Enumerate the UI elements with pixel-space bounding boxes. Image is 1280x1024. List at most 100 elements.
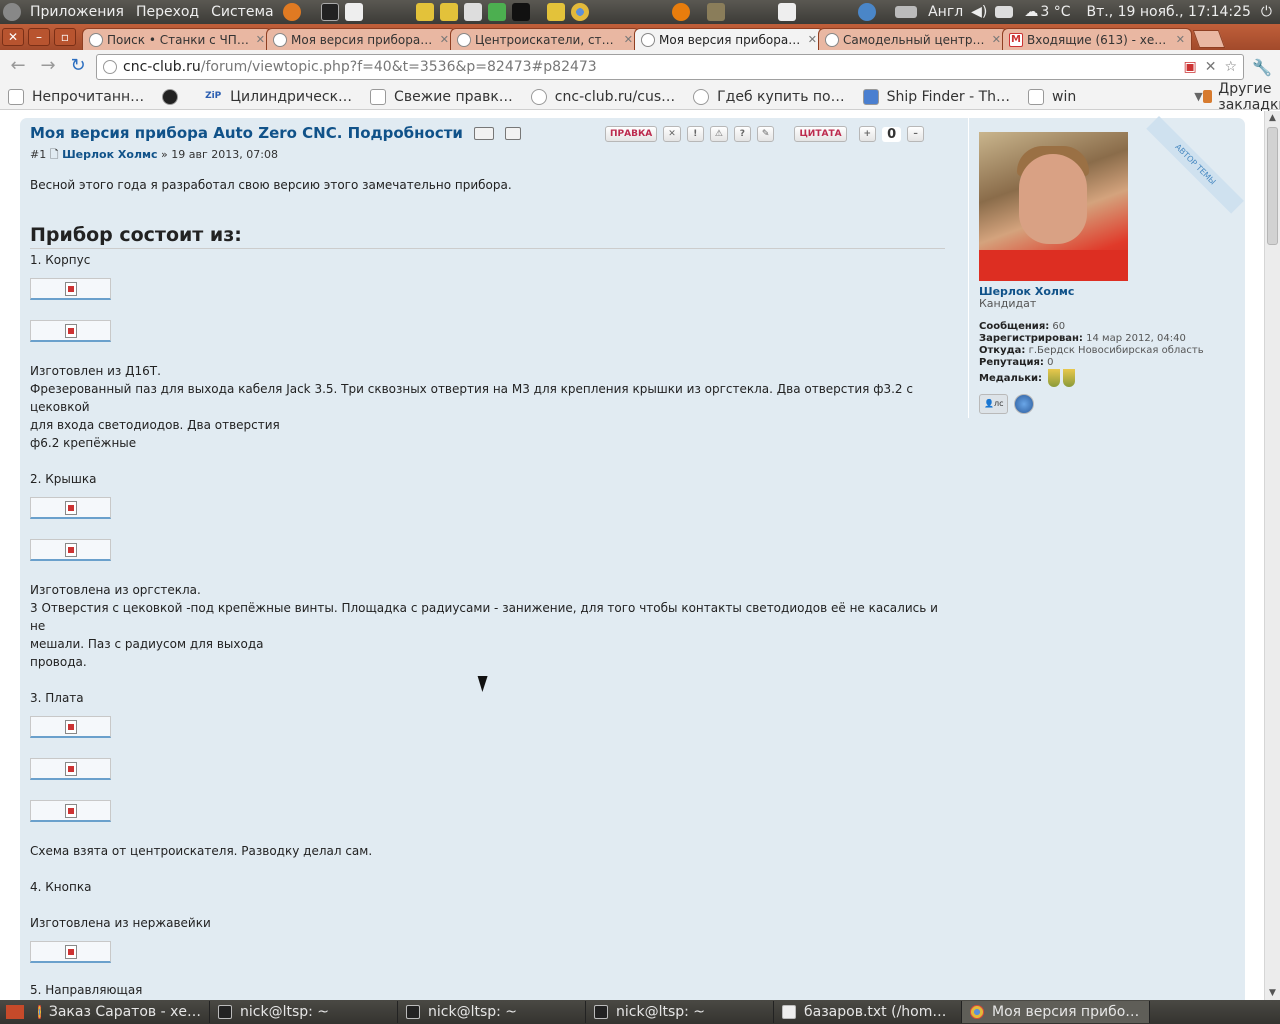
tab-close-icon[interactable]: ✕ — [992, 33, 1001, 46]
bookmark-item[interactable] — [162, 88, 186, 105]
bookmark-star-icon[interactable]: ☆ — [1224, 59, 1237, 75]
menu-places[interactable]: Переход — [130, 4, 205, 20]
ubuntu-logo-icon[interactable] — [3, 3, 21, 21]
taskbar-item[interactable]: Заказ Саратов - хе… — [30, 1001, 210, 1023]
text-editor-icon[interactable] — [344, 3, 363, 21]
broken-image[interactable] — [30, 758, 111, 780]
show-desktop-icon[interactable] — [6, 1005, 24, 1019]
chrome-launcher-icon[interactable] — [570, 3, 589, 21]
tab-3[interactable]: Центроискатели, стилус ✕ — [450, 28, 640, 50]
taskbar-item-active[interactable]: Моя версия прибо… — [962, 1001, 1150, 1023]
edit-button[interactable]: ПРАВКА — [605, 126, 658, 142]
tab-1[interactable]: Поиск • Станки с ЧПУ на с ✕ — [82, 28, 272, 50]
tab-close-icon[interactable]: ✕ — [1176, 33, 1185, 46]
other-bookmarks-button[interactable]: Другие закладки — [1202, 81, 1280, 113]
tab-4-active[interactable]: Моя версия прибора Auto ✕ — [634, 28, 824, 50]
blender-icon[interactable] — [671, 3, 690, 21]
delete-icon[interactable]: ✕ — [663, 126, 681, 142]
reputation-value[interactable]: 0 — [1047, 357, 1053, 368]
broken-image[interactable] — [30, 800, 111, 822]
menu-system[interactable]: Система — [205, 4, 279, 20]
medal-icon[interactable] — [1063, 369, 1076, 387]
network-tool-2-icon[interactable] — [439, 3, 458, 21]
bookmark-item[interactable]: Непрочитанн… — [8, 88, 144, 105]
taskbar-item[interactable]: nick@ltsp: ~ — [210, 1001, 398, 1023]
window-minimize-button[interactable]: – — [28, 28, 50, 46]
address-bar[interactable]: cnc-club.ru /forum/viewtopic.php?f=40&t=… — [96, 54, 1244, 80]
scroll-down-icon[interactable]: ▼ — [1265, 986, 1280, 1000]
tab-close-icon[interactable]: ✕ — [624, 33, 633, 46]
messages-count[interactable]: 60 — [1052, 321, 1065, 332]
download-icon[interactable] — [777, 3, 796, 21]
notes-icon[interactable] — [463, 3, 482, 21]
scrollbar-thumb[interactable] — [1267, 127, 1278, 245]
new-tab-button[interactable] — [1192, 30, 1226, 48]
broken-image[interactable] — [30, 539, 111, 561]
permalink-icon[interactable] — [474, 127, 495, 140]
gimp-icon[interactable] — [706, 3, 725, 21]
power-icon[interactable]: ⏻ — [1261, 4, 1272, 20]
clock[interactable]: Вт., 19 нояб., 17:14:25 — [1087, 4, 1251, 20]
taskbar-item[interactable]: базаров.txt (/hom… — [774, 1001, 962, 1023]
broken-image[interactable] — [30, 278, 111, 300]
user-icon[interactable] — [505, 127, 522, 140]
website-globe-icon[interactable] — [1014, 394, 1035, 414]
back-arrow-icon[interactable]: ← — [6, 55, 30, 79]
tab-6[interactable]: M Входящие (613) - хересі ✕ — [1002, 28, 1192, 50]
broken-image[interactable] — [30, 716, 111, 738]
reload-icon[interactable]: ↻ — [66, 55, 90, 79]
chrome-tray-icon[interactable] — [1156, 1003, 1176, 1021]
wrench-menu-icon[interactable]: 🔧 — [1250, 58, 1274, 77]
menu-applications[interactable]: Приложения — [24, 4, 130, 20]
taskbar-item[interactable]: nick@ltsp: ~ — [586, 1001, 774, 1023]
mail-icon[interactable] — [995, 6, 1014, 18]
tab-2[interactable]: Моя версия прибора Auto ✕ — [266, 28, 456, 50]
volume-icon[interactable]: ◀) — [971, 4, 987, 20]
taskbar-item[interactable]: nick@ltsp: ~ — [398, 1001, 586, 1023]
tab-close-icon[interactable]: ✕ — [808, 33, 817, 46]
vote-down-icon[interactable]: – — [907, 126, 925, 142]
notes-icon[interactable]: ✎ — [756, 126, 775, 142]
keyboard-layout[interactable]: Англ — [928, 4, 963, 20]
extension-icon[interactable]: ▣ — [1183, 59, 1196, 75]
post-title-text[interactable]: Моя версия прибора Auto Zero CNC. Подроб… — [30, 124, 463, 142]
tab-5[interactable]: Самодельный центроиск ✕ — [818, 28, 1008, 50]
bookmark-item[interactable]: Ship Finder - Th… — [862, 88, 1010, 105]
inkscape-icon[interactable] — [511, 3, 530, 21]
medal-icon[interactable] — [1048, 369, 1061, 387]
tab-close-icon[interactable]: ✕ — [440, 33, 449, 46]
spreadsheet-icon[interactable] — [487, 3, 506, 21]
window-maximize-button[interactable]: ▫ — [54, 28, 76, 46]
scroll-up-icon[interactable]: ▲ — [1265, 111, 1280, 125]
bookmark-item[interactable]: win — [1028, 88, 1076, 105]
firefox-icon[interactable] — [282, 3, 301, 21]
broken-image[interactable] — [30, 320, 111, 342]
broken-image[interactable] — [30, 941, 111, 963]
avatar[interactable] — [979, 132, 1128, 281]
broken-image[interactable] — [30, 497, 111, 519]
warn-icon[interactable]: ! — [686, 126, 704, 142]
post-number[interactable]: #1 — [30, 148, 46, 161]
bookmarks-overflow-chevron-icon[interactable]: ▼ — [1194, 90, 1202, 103]
network-status-icon[interactable] — [858, 3, 877, 21]
keyboard-icon[interactable] — [895, 6, 918, 18]
forward-arrow-icon[interactable]: → — [36, 55, 60, 79]
report-icon[interactable]: ⚠ — [709, 126, 728, 142]
vote-up-icon[interactable]: + — [858, 126, 877, 142]
info-icon[interactable]: ? — [733, 126, 751, 142]
terminal-icon[interactable] — [320, 3, 339, 21]
notebook-icon[interactable] — [546, 3, 565, 21]
network-tool-icon[interactable] — [415, 3, 434, 21]
window-close-button[interactable]: ✕ — [2, 28, 24, 46]
bookmark-item[interactable]: Гдеб купить по… — [693, 88, 845, 105]
weather-temperature[interactable]: 3 °C — [1040, 4, 1070, 20]
close-icon[interactable]: ✕ — [1205, 59, 1217, 75]
site-info-icon[interactable] — [103, 60, 117, 74]
tab-close-icon[interactable]: ✕ — [256, 33, 265, 46]
post-author-link[interactable]: Шерлок Холмс — [62, 148, 157, 161]
bookmark-item[interactable]: cnc-club.ru/cus… — [530, 88, 675, 105]
quote-button[interactable]: ЦИТАТА — [794, 126, 847, 142]
page-scrollbar[interactable]: ▲ ▼ — [1264, 111, 1280, 1000]
bookmark-item[interactable]: ZiP Цилиндрическ… — [204, 89, 352, 105]
bookmark-item[interactable]: Свежие правк… — [370, 88, 513, 105]
